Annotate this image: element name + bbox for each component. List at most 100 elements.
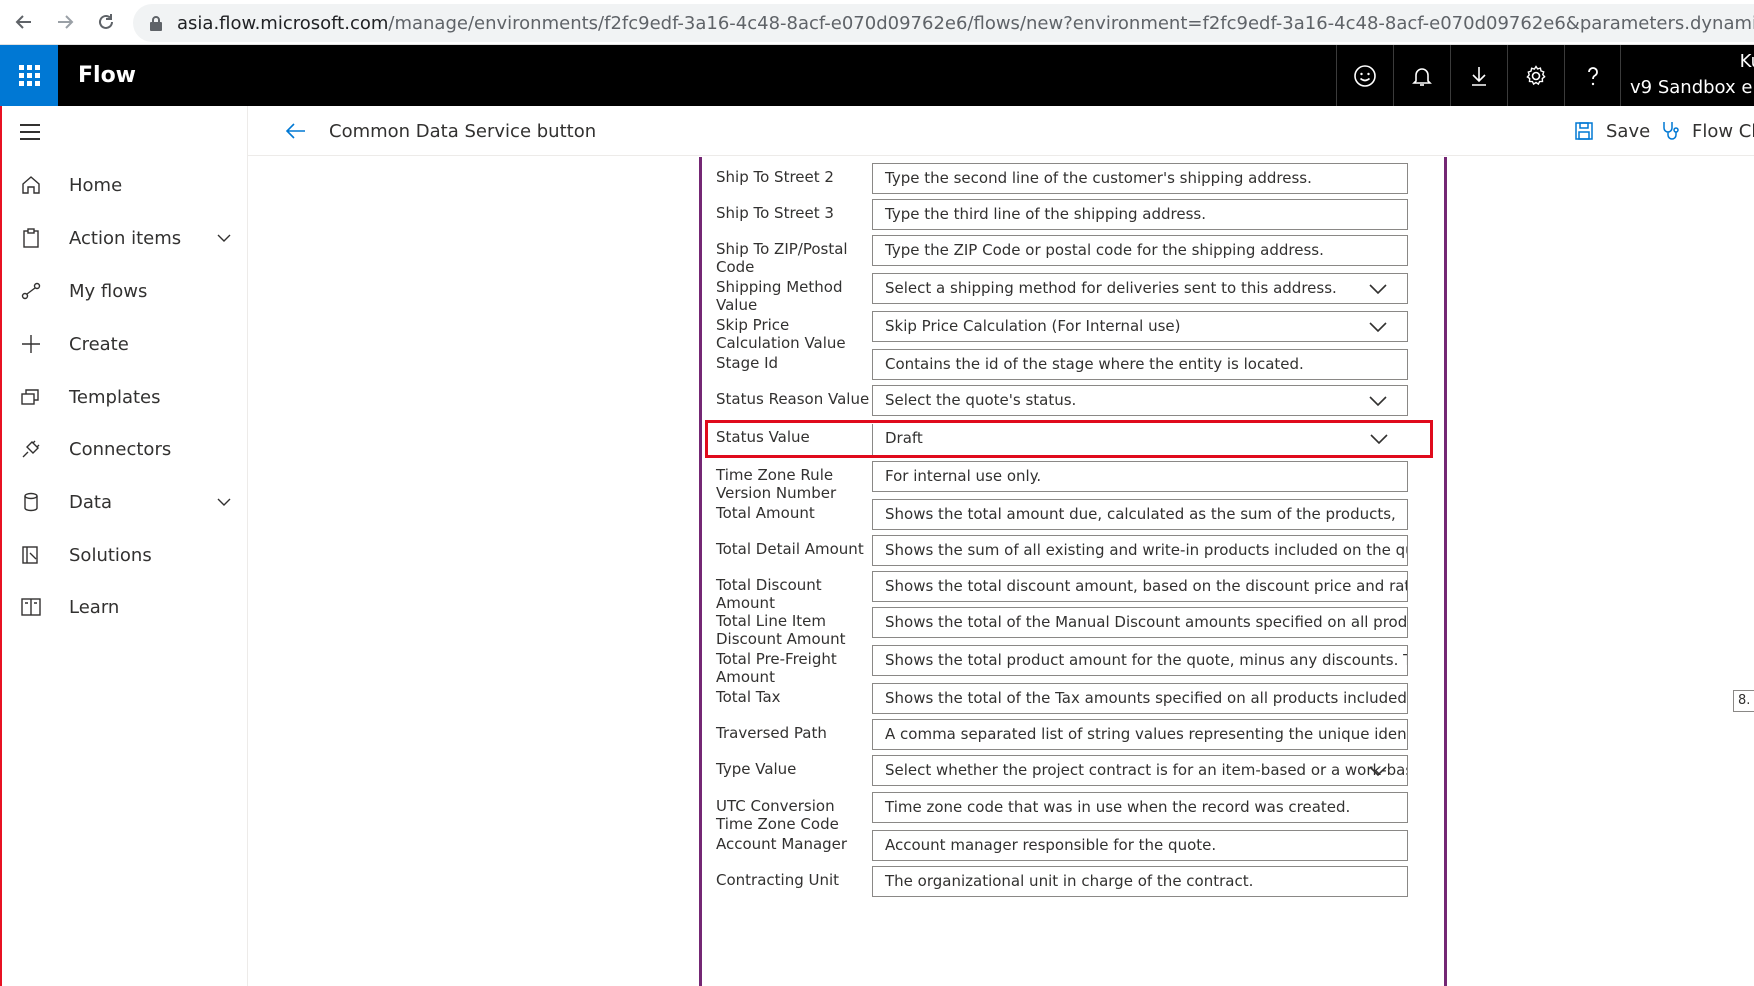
reload-button[interactable]: [86, 2, 126, 42]
arrow-left-icon: [15, 15, 31, 29]
save-button[interactable]: Save: [1574, 118, 1650, 144]
field-label: Total Amount: [716, 504, 815, 522]
dropdown-value: Draft: [885, 429, 923, 447]
sidebar-item-data[interactable]: Data: [2, 482, 248, 522]
field-input[interactable]: Contains the id of the stage where the e…: [872, 349, 1408, 380]
field-label: Total Tax: [716, 688, 781, 706]
field-label: Traversed Path: [716, 724, 827, 742]
field-label: Total Pre-Freight Amount: [716, 650, 837, 686]
dropdown-input[interactable]: Select a shipping method for deliveries …: [872, 273, 1408, 304]
field-label: Total Discount Amount: [716, 576, 822, 612]
field-input[interactable]: The organizational unit in charge of the…: [872, 866, 1408, 897]
sidebar-item-create[interactable]: Create: [2, 324, 248, 364]
save-label: Save: [1606, 120, 1651, 142]
arrow-right-icon: [58, 15, 74, 29]
sidebar-item-my-flows[interactable]: My flows: [2, 271, 248, 311]
sidebar-item-templates[interactable]: Templates: [2, 377, 248, 417]
dropdown-input[interactable]: Skip Price Calculation (For Internal use…: [872, 311, 1408, 342]
field-label: Account Manager: [716, 835, 848, 853]
gear-icon: [1526, 64, 1546, 85]
app-title[interactable]: Flow: [78, 63, 136, 88]
back-button[interactable]: [4, 2, 44, 42]
clipboard-icon: [23, 228, 39, 248]
lock-icon: [150, 16, 162, 31]
save-icon: [1575, 122, 1593, 140]
sidebar-item-label: Learn: [69, 596, 120, 618]
reload-icon: [99, 14, 113, 29]
field-input[interactable]: Shows the sum of all existing and write-…: [872, 535, 1408, 566]
status-value-dropdown[interactable]: Draft: [872, 424, 1408, 455]
chevron-down-icon: [1369, 284, 1387, 295]
help-icon: [1587, 66, 1598, 85]
left-nav: Home Action items My flows Create Templa…: [0, 106, 248, 986]
sidebar-item-connectors[interactable]: Connectors: [2, 429, 248, 469]
designer-canvas: Ship To Street 2 Type the second line of…: [248, 157, 1754, 986]
field-input[interactable]: A comma separated list of string values …: [872, 719, 1408, 750]
sidebar-item-label: My flows: [69, 280, 148, 302]
user-name: Ku: [1739, 51, 1754, 72]
feedback-button[interactable]: [1336, 45, 1393, 106]
dropdown-input[interactable]: Select whether the project contract is f…: [872, 755, 1408, 786]
field-label: Ship To Street 2: [716, 168, 834, 186]
dropdown-value: Select the quote's status.: [885, 391, 1077, 409]
chevron-down-icon: [217, 234, 231, 242]
command-bar: Common Data Service button Save Flow Ch: [248, 106, 1754, 156]
field-input[interactable]: Shows the total discount amount, based o…: [872, 571, 1408, 602]
download-button[interactable]: [1450, 45, 1507, 106]
plus-icon: [22, 335, 40, 353]
waffle-icon: [18, 65, 40, 86]
field-label: Ship To ZIP/Postal Code: [716, 240, 848, 276]
chevron-down-icon: [1370, 434, 1388, 445]
forward-button[interactable]: [45, 2, 85, 42]
field-input[interactable]: Shows the total product amount for the q…: [872, 645, 1408, 676]
field-input[interactable]: Type the ZIP Code or postal code for the…: [872, 235, 1408, 266]
stethoscope-icon: [1663, 122, 1679, 140]
settings-button[interactable]: [1507, 45, 1564, 106]
zoom-badge: 8.: [1733, 690, 1754, 712]
sidebar-item-label: Home: [69, 174, 123, 196]
sidebar-item-action-items[interactable]: Action items: [2, 218, 248, 258]
field-input[interactable]: Type the third line of the shipping addr…: [872, 199, 1408, 230]
sidebar-item-label: Templates: [69, 386, 161, 408]
flow-icon: [21, 282, 41, 300]
chevron-down-icon: [1369, 396, 1387, 407]
chevron-down-icon: [1369, 322, 1387, 333]
bell-icon: [1412, 67, 1432, 86]
solutions-icon: [22, 546, 38, 564]
field-label: Skip Price Calculation Value: [716, 316, 846, 352]
field-label: Time Zone Rule Version Number: [716, 466, 837, 502]
sidebar-item-home[interactable]: Home: [2, 165, 248, 205]
dropdown-input[interactable]: Select the quote's status.: [872, 385, 1408, 416]
field-label: Total Detail Amount: [716, 540, 864, 558]
sidebar-item-learn[interactable]: Learn: [2, 587, 248, 627]
address-bar[interactable]: asia.flow.microsoft.com/manage/environme…: [133, 4, 1754, 42]
arrow-left-icon[interactable]: [284, 119, 308, 143]
browser-toolbar: asia.flow.microsoft.com/manage/environme…: [0, 0, 1754, 45]
sidebar-item-label: Data: [69, 491, 112, 513]
flow-checker-button[interactable]: Flow Ch: [1660, 118, 1754, 144]
field-label: UTC Conversion Time Zone Code: [716, 797, 839, 833]
app-header: Flow Ku v9 Sandbox env: [0, 45, 1754, 106]
url-host: asia.flow.microsoft.com: [177, 12, 389, 34]
field-input[interactable]: Shows the total amount due, calculated a…: [872, 499, 1408, 530]
sidebar-item-solutions[interactable]: Solutions: [2, 535, 248, 575]
field-input[interactable]: Shows the total of the Tax amounts speci…: [872, 683, 1408, 714]
field-input[interactable]: Shows the total of the Manual Discount a…: [872, 607, 1408, 638]
action-card: Ship To Street 2 Type the second line of…: [699, 157, 1447, 986]
url-path: /manage/environments/f2fc9edf-3a16-4c48-…: [388, 12, 1754, 34]
help-button[interactable]: [1564, 45, 1621, 106]
notifications-button[interactable]: [1393, 45, 1450, 106]
database-icon: [24, 492, 38, 512]
chevron-down-icon: [1369, 766, 1387, 777]
account-area[interactable]: Ku v9 Sandbox env: [1620, 45, 1754, 106]
field-input[interactable]: Time zone code that was in use when the …: [872, 792, 1408, 823]
field-input[interactable]: For internal use only.: [872, 461, 1408, 492]
app-launcher-button[interactable]: [0, 45, 58, 106]
field-input[interactable]: Type the second line of the customer's s…: [872, 163, 1408, 194]
sidebar-item-label: Connectors: [69, 438, 172, 460]
field-label: Status Reason Value: [716, 390, 870, 408]
field-label: Total Line Item Discount Amount: [716, 612, 846, 648]
field-input[interactable]: Account manager responsible for the quot…: [872, 830, 1408, 861]
field-label: Status Value: [716, 428, 810, 446]
hamburger-icon[interactable]: [20, 124, 40, 145]
